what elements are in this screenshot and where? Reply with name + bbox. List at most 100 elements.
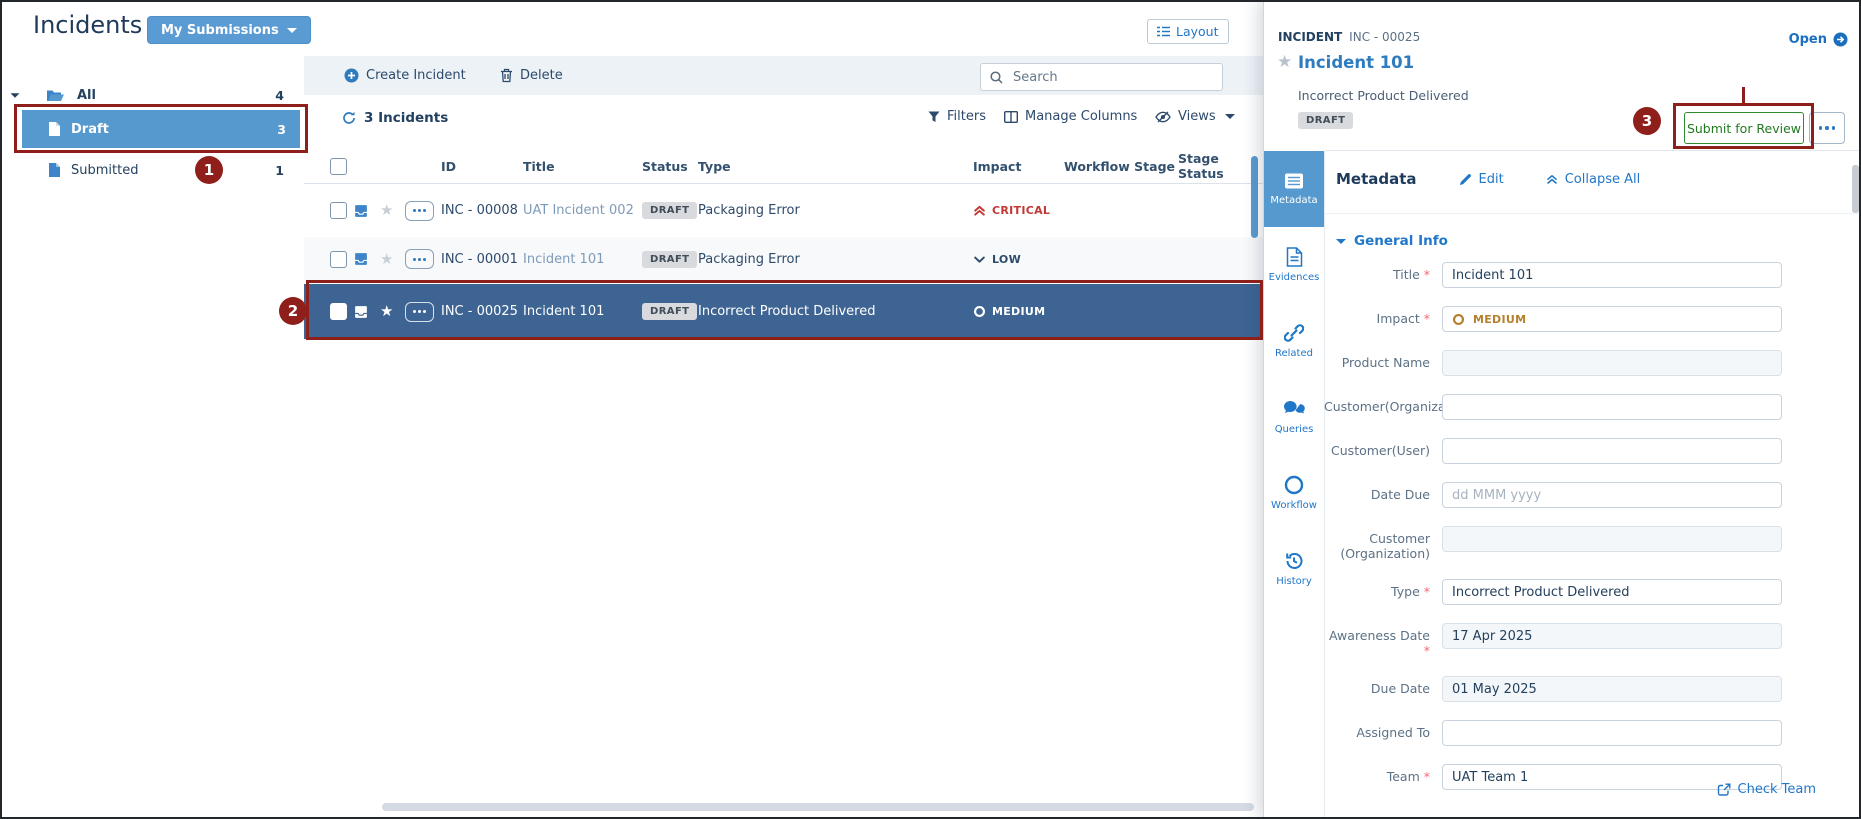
column-header-type[interactable]: Type — [698, 159, 973, 174]
more-actions-button[interactable] — [1809, 112, 1845, 144]
status-badge: DRAFT — [1298, 108, 1353, 129]
row-actions-button[interactable] — [405, 302, 434, 322]
field-label: Customer (Organization) — [1324, 526, 1430, 561]
collapse-all-link[interactable]: Collapse All — [1546, 172, 1641, 187]
tab-history[interactable]: History — [1264, 531, 1324, 607]
field-label: Customer(User) — [1324, 438, 1430, 464]
tab-related[interactable]: Related — [1264, 303, 1324, 379]
column-header-workflow-stage[interactable]: Workflow Stage — [1064, 159, 1178, 174]
layout-button[interactable]: Layout — [1147, 19, 1229, 44]
field-row-impact: Impact *MEDIUM — [1324, 306, 1804, 332]
product-name-input[interactable] — [1442, 350, 1782, 376]
select-all-checkbox[interactable] — [330, 158, 354, 175]
incident-detail-panel: INCIDENT INC - 00025 Open ★ Incident 101… — [1263, 0, 1861, 819]
edit-link[interactable]: Edit — [1459, 172, 1504, 187]
customer-user-input[interactable] — [1442, 438, 1782, 464]
create-incident-button[interactable]: Create Incident — [344, 56, 466, 95]
assigned-to-input[interactable] — [1442, 720, 1782, 746]
impact-value[interactable]: MEDIUM — [1442, 306, 1782, 332]
favorite-star-icon[interactable]: ★ — [380, 252, 405, 267]
customer-organization-input[interactable] — [1442, 394, 1782, 420]
row-checkbox[interactable] — [330, 251, 354, 268]
checkbox[interactable] — [330, 158, 347, 175]
horizontal-scrollbar[interactable] — [382, 803, 1254, 811]
inbox-icon[interactable] — [354, 305, 380, 319]
my-submissions-button[interactable]: My Submissions — [147, 16, 311, 44]
row-actions-button[interactable] — [405, 249, 434, 269]
type-input[interactable] — [1442, 579, 1782, 605]
incident-subtitle: Incorrect Product Delivered — [1298, 88, 1469, 103]
row-checkbox[interactable] — [330, 202, 354, 219]
checkbox[interactable] — [330, 251, 347, 268]
cell-title-link[interactable]: Incident 101 — [523, 252, 642, 267]
required-asterisk: * — [1420, 584, 1430, 599]
field-control: MEDIUM — [1442, 306, 1782, 332]
favorite-star-icon[interactable]: ★ — [380, 304, 405, 319]
field-control — [1442, 438, 1782, 464]
search-input[interactable] — [1011, 69, 1195, 86]
checkbox[interactable] — [330, 303, 347, 320]
sidebar-item-draft[interactable]: Draft 3 — [22, 110, 300, 148]
tree-expand-icon[interactable] — [11, 93, 20, 98]
favorite-star-icon[interactable]: ★ — [1277, 54, 1292, 71]
inbox-icon — [354, 252, 368, 266]
delete-button[interactable]: Delete — [500, 56, 563, 95]
document-icon — [1286, 247, 1303, 267]
awareness-date-input[interactable] — [1442, 623, 1782, 649]
row-actions-button[interactable] — [405, 201, 434, 221]
sidebar-item-all[interactable]: All 4 — [0, 82, 304, 109]
cell-title-link[interactable]: Incident 101 — [523, 304, 642, 319]
open-link[interactable]: Open — [1789, 32, 1848, 47]
table-row[interactable]: ★INC - 00001Incident 101DRAFTPackaging E… — [304, 237, 1263, 281]
cell-type: Packaging Error — [698, 252, 973, 267]
chevron-down-icon — [287, 28, 297, 33]
customer-organization-input[interactable] — [1442, 526, 1782, 552]
table-row[interactable]: ★INC - 00008UAT Incident 002DRAFTPackagi… — [304, 184, 1263, 237]
tab-queries[interactable]: Queries — [1264, 379, 1324, 455]
item-count: 3 — [277, 122, 286, 137]
refresh-icon[interactable] — [342, 111, 356, 125]
inbox-icon — [354, 204, 368, 218]
filters-button[interactable]: Filters — [928, 109, 986, 124]
collapse-all-label: Collapse All — [1565, 172, 1641, 187]
field-control — [1442, 394, 1782, 420]
table-row[interactable]: ★INC - 00025Incident 101DRAFTIncorrect P… — [304, 284, 1263, 339]
due-date-input[interactable] — [1442, 676, 1782, 702]
sidebar-item-submitted[interactable]: Submitted 1 — [0, 156, 304, 184]
field-label: Customer(Organization) — [1324, 394, 1430, 420]
page-title: Incidents — [33, 11, 142, 39]
column-header-impact[interactable]: Impact — [973, 159, 1064, 174]
inbox-icon[interactable] — [354, 204, 380, 218]
check-team-link[interactable]: Check Team — [1324, 782, 1816, 797]
field-row-due-date: Due Date — [1324, 676, 1804, 702]
item-count: 1 — [275, 163, 284, 178]
list-toolbar: Create Incident Delete — [304, 56, 1263, 95]
views-button[interactable]: Views — [1155, 109, 1235, 124]
title-input[interactable] — [1442, 262, 1782, 288]
incident-management-app: Incidents My Submissions Layout All 4 Dr… — [0, 0, 1861, 819]
checkbox[interactable] — [330, 202, 347, 219]
inbox-icon[interactable] — [354, 252, 380, 266]
manage-columns-button[interactable]: Manage Columns — [1004, 109, 1137, 124]
tab-workflow[interactable]: Workflow — [1264, 455, 1324, 531]
row-checkbox[interactable] — [330, 303, 354, 320]
general-info-section-header[interactable]: General Info — [1336, 233, 1448, 249]
column-header-id[interactable]: ID — [441, 159, 523, 174]
circle-icon — [973, 305, 986, 318]
vertical-scrollbar[interactable] — [1251, 156, 1258, 238]
date-due-input[interactable] — [1442, 482, 1782, 508]
submit-for-review-button[interactable]: Submit for Review — [1684, 112, 1804, 144]
window-scrollbar[interactable] — [1852, 165, 1859, 213]
cell-title-link[interactable]: UAT Incident 002 — [523, 203, 642, 218]
tab-evidences[interactable]: Evidences — [1264, 227, 1324, 303]
field-control — [1442, 482, 1782, 508]
open-label: Open — [1789, 32, 1827, 47]
column-header-title[interactable]: Title — [523, 159, 642, 174]
annotation-step-2: 2 — [279, 297, 307, 325]
panel-tab-strip: Metadata Evidences Related Queries Workf… — [1264, 151, 1325, 819]
column-header-status[interactable]: Status — [642, 159, 698, 174]
document-icon — [48, 121, 61, 137]
tab-metadata[interactable]: Metadata — [1264, 151, 1324, 227]
favorite-star-icon[interactable]: ★ — [380, 203, 405, 218]
field-row-customer-organization: Customer (Organization) — [1324, 526, 1804, 561]
